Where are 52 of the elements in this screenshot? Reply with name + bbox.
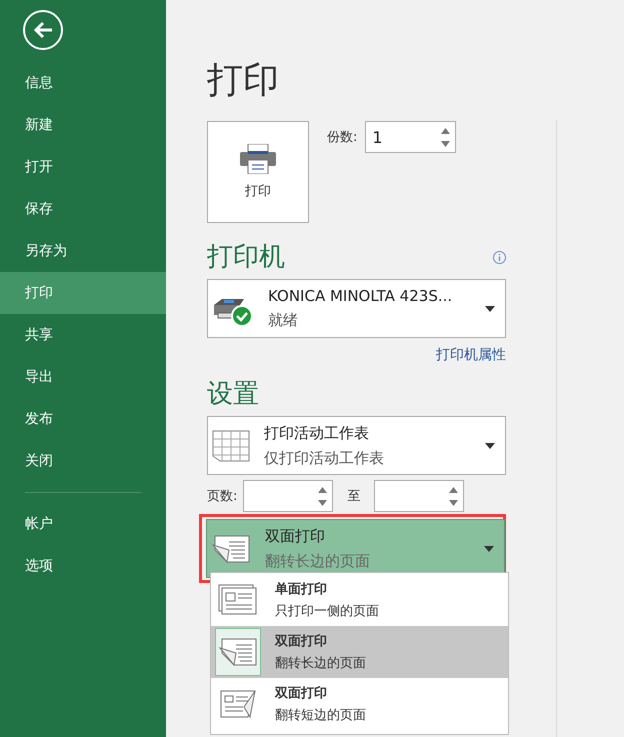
back-arrow-icon	[33, 21, 53, 39]
section-heading: 设置	[207, 378, 259, 411]
sidebar-item[interactable]: 另存为	[0, 230, 166, 272]
printer-name: KONICA MINOLTA 423S...	[268, 287, 454, 305]
duplex-title: 双面打印	[265, 526, 326, 546]
printer-icon	[240, 144, 276, 174]
printer-status: 就绪	[268, 311, 299, 330]
copies-field[interactable]: 1	[365, 121, 456, 153]
folded-page-icon	[211, 532, 251, 564]
sidebar-item[interactable]: 关闭	[0, 440, 166, 482]
duplex-subtitle: 翻转长边的页面	[265, 552, 371, 570]
section-heading: 打印机	[207, 241, 285, 274]
sidebar-item[interactable]: 保存	[0, 188, 166, 230]
page-to-field[interactable]	[374, 480, 464, 512]
sidebar-item[interactable]: 打开	[0, 146, 166, 188]
dropdown-caret-icon	[484, 546, 494, 552]
duplex-option[interactable]: 双面打印 翻转长边的页面	[211, 626, 508, 678]
spin-down-icon[interactable]	[449, 500, 458, 506]
spin-down-icon[interactable]	[441, 140, 450, 146]
spin-down-icon[interactable]	[318, 500, 328, 506]
dropdown-caret-icon	[485, 442, 495, 448]
sidebar-item[interactable]: 发布	[0, 398, 166, 440]
back-button[interactable]	[23, 10, 63, 50]
sidebar-item[interactable]: 共享	[0, 314, 166, 356]
to-label: 至	[347, 488, 360, 505]
scope-title: 打印活动工作表	[264, 424, 370, 442]
pages-label: 页数:	[207, 488, 238, 505]
copies-label: 份数:	[327, 129, 358, 146]
sidebar-item[interactable]: 选项	[0, 545, 166, 587]
scope-subtitle: 仅打印活动工作表	[264, 448, 385, 468]
printer-dropdown[interactable]: KONICA MINOLTA 423S... 就绪	[207, 279, 506, 338]
spin-up-icon[interactable]	[441, 128, 450, 134]
single-page-icon	[218, 584, 258, 616]
printer-properties-link[interactable]: 打印机属性	[207, 346, 506, 364]
print-scope-dropdown[interactable]: 打印活动工作表 仅打印活动工作表	[207, 416, 506, 475]
folded-page-icon	[218, 688, 258, 720]
spin-up-icon[interactable]	[318, 486, 328, 492]
sidebar-item[interactable]: 信息	[0, 62, 166, 104]
folded-page-icon	[218, 636, 258, 668]
sidebar-item[interactable]: 导出	[0, 356, 166, 398]
duplex-dropdown[interactable]: 双面打印 翻转长边的页面	[206, 519, 505, 578]
info-icon[interactable]	[493, 250, 506, 264]
spin-up-icon[interactable]	[449, 486, 458, 492]
sidebar-item[interactable]: 打印	[0, 272, 166, 314]
sidebar-item[interactable]: 新建	[0, 104, 166, 146]
duplex-option[interactable]: 双面打印 翻转短边的页面	[211, 678, 508, 730]
worksheet-grid-icon	[212, 430, 250, 462]
dropdown-caret-icon	[485, 306, 495, 312]
page-title: 打印	[207, 59, 280, 103]
print-button[interactable]: 打印	[207, 121, 309, 223]
sidebar-item[interactable]: 帐户	[0, 503, 166, 545]
page-from-field[interactable]	[243, 480, 334, 512]
